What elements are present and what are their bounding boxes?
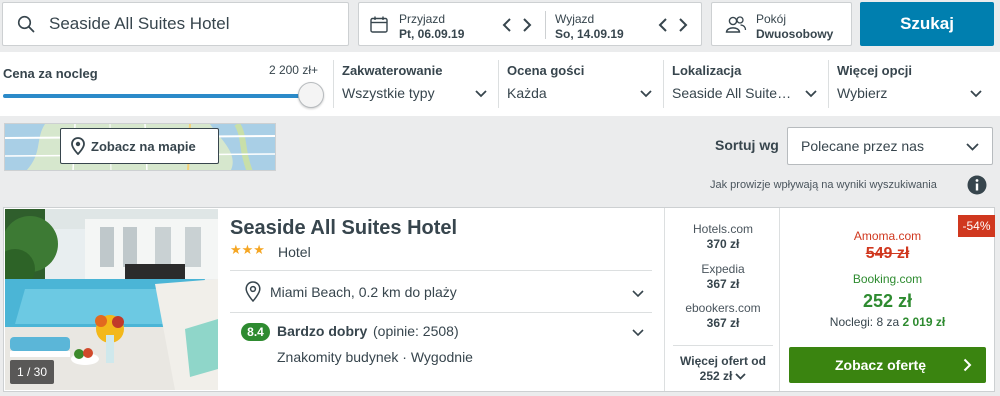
chevron-down-icon: [475, 90, 487, 98]
sort-select-value: Polecane przez nas: [801, 138, 924, 154]
compare-provider: Amoma.com: [853, 229, 922, 243]
hotel-result-card: 1 / 30 Seaside All Suites Hotel ★★★ Hote…: [3, 207, 995, 392]
view-on-map-button[interactable]: Zobacz na mapie: [60, 128, 219, 164]
photo-counter: 1 / 30: [10, 360, 54, 384]
deal-provider: ebookers.com: [685, 301, 761, 315]
filter-more-options[interactable]: Więcej opcji Wybierz: [828, 60, 993, 108]
filter-accommodation-label: Zakwaterowanie: [342, 63, 443, 78]
filter-guest-rating-label: Ocena gości: [507, 63, 585, 78]
deal-item[interactable]: Hotels.com 370 zł: [665, 222, 781, 251]
calendar-icon: [370, 16, 388, 33]
guests-icon: [725, 15, 747, 35]
hotel-photo[interactable]: 1 / 30: [5, 209, 218, 390]
chevron-down-icon: [640, 90, 652, 98]
checkout-next-arrow-icon[interactable]: [675, 17, 689, 33]
rating-word: Bardzo dobry: [277, 323, 368, 339]
date-picker[interactable]: Przyjazd Pt, 06.09.19 Wyjazd So, 14.09.1…: [358, 2, 702, 46]
map-pin-icon: [71, 137, 85, 155]
guests-label: Pokój: [756, 12, 787, 26]
checkout-label: Wyjazd: [555, 12, 595, 26]
checkin-next-arrow-icon[interactable]: [519, 17, 533, 33]
deal-item[interactable]: Expedia 367 zł: [665, 262, 781, 291]
filter-guest-rating-value: Każda: [507, 85, 547, 101]
chevron-down-icon: [805, 90, 817, 98]
chevron-down-icon: [632, 290, 644, 298]
other-deals-column: Hotels.com 370 zł Expedia 367 zł ebooker…: [664, 208, 780, 391]
search-field[interactable]: Seaside All Suites Hotel: [2, 2, 349, 46]
info-icon[interactable]: [967, 175, 987, 195]
price-max-label: 2 200 zł+: [268, 63, 318, 77]
checkout-prev-arrow-icon[interactable]: [657, 17, 671, 33]
sort-label: Sortuj wg: [715, 137, 779, 153]
filter-location-value: Seaside All Suite…: [672, 85, 792, 101]
hotel-features: Znakomity budynek · Wygodnie: [277, 349, 473, 365]
checkin-field[interactable]: Przyjazd Pt, 06.09.19: [359, 3, 545, 45]
deal-price: 367 zł: [706, 277, 740, 291]
checkin-label: Przyjazd: [399, 12, 446, 26]
rating-count: (opinie: 2508): [373, 323, 459, 339]
checkout-value: So, 14.09.19: [555, 27, 624, 41]
compare-price: 549 zł: [865, 245, 910, 262]
deal-price: 367 zł: [706, 316, 740, 330]
checkout-field[interactable]: Wyjazd So, 14.09.19: [546, 3, 702, 45]
guests-selector[interactable]: Pokój Dwuosobowy: [711, 2, 852, 46]
filter-accommodation[interactable]: Zakwaterowanie Wszystkie typy: [333, 60, 498, 108]
chevron-right-icon: [963, 358, 972, 372]
chevron-down-icon: [970, 90, 982, 98]
more-offers-price: 252 zł: [699, 369, 733, 383]
nights-label: Noclegi: 8 za: [829, 315, 900, 329]
view-deal-button[interactable]: Zobacz ofertę: [789, 347, 986, 383]
deal-item[interactable]: ebookers.com 367 zł: [665, 301, 781, 330]
chevron-down-icon: [735, 372, 746, 380]
rating-expand-chevron-icon[interactable]: [632, 329, 644, 337]
nights-total: 2 019 zł: [902, 315, 946, 329]
price-slider-handle[interactable]: [298, 82, 324, 108]
view-on-map-label: Zobacz na mapie: [91, 138, 196, 154]
guests-value: Dwuosobowy: [756, 27, 834, 41]
nights-summary: Noclegi: 8 za 2 019 zł: [781, 315, 994, 329]
rating-score-badge: 8.4: [241, 323, 270, 341]
search-button[interactable]: Szukaj: [860, 2, 994, 46]
filter-location[interactable]: Lokalizacja Seaside All Suite…: [663, 60, 828, 108]
deal-provider: Expedia: [701, 262, 745, 276]
location-row[interactable]: Miami Beach, 0.2 km do plaży: [242, 281, 652, 307]
more-offers-button[interactable]: Więcej ofert od 252 zł: [673, 345, 773, 383]
filter-more-options-label: Więcej opcji: [837, 63, 913, 78]
more-offers-label: Więcej ofert od: [680, 354, 766, 368]
best-deal-column: -54% Amoma.com 549 zł Booking.com 252 zł…: [781, 208, 995, 391]
location-text: Miami Beach, 0.2 km do plaży: [270, 284, 457, 300]
view-deal-label: Zobacz ofertę: [834, 357, 926, 373]
best-provider: Booking.com: [852, 272, 923, 286]
filter-bar: Cena za nocleg 2 200 zł+ Zakwaterowanie …: [0, 52, 1000, 116]
checkin-prev-arrow-icon[interactable]: [501, 17, 515, 33]
star-rating: ★★★: [230, 242, 265, 257]
hotel-type: Hotel: [278, 244, 311, 260]
commission-info-link[interactable]: Jak prowizje wpływają na wyniki wyszukiw…: [710, 179, 937, 191]
search-input[interactable]: Seaside All Suites Hotel: [49, 14, 230, 34]
deal-price: 370 zł: [706, 237, 740, 251]
divider: [230, 312, 652, 313]
hotel-name[interactable]: Seaside All Suites Hotel: [230, 217, 457, 240]
price-slider-track[interactable]: [3, 94, 308, 98]
search-icon: [17, 15, 35, 33]
chevron-down-icon: [966, 143, 979, 151]
filter-location-label: Lokalizacja: [672, 63, 742, 78]
deal-provider: Hotels.com: [692, 222, 754, 236]
checkin-value: Pt, 06.09.19: [399, 27, 465, 41]
divider: [230, 270, 652, 271]
price-filter: Cena za nocleg 2 200 zł+: [3, 62, 324, 112]
price-filter-label: Cena za nocleg: [3, 66, 98, 81]
filter-more-options-value: Wybierz: [837, 85, 888, 101]
best-price: 252 zł: [862, 291, 913, 311]
filter-guest-rating[interactable]: Ocena gości Każda: [498, 60, 663, 108]
sort-select[interactable]: Polecane przez nas: [787, 127, 993, 165]
location-pin-icon: [245, 281, 261, 302]
filter-accommodation-value: Wszystkie typy: [342, 85, 435, 101]
